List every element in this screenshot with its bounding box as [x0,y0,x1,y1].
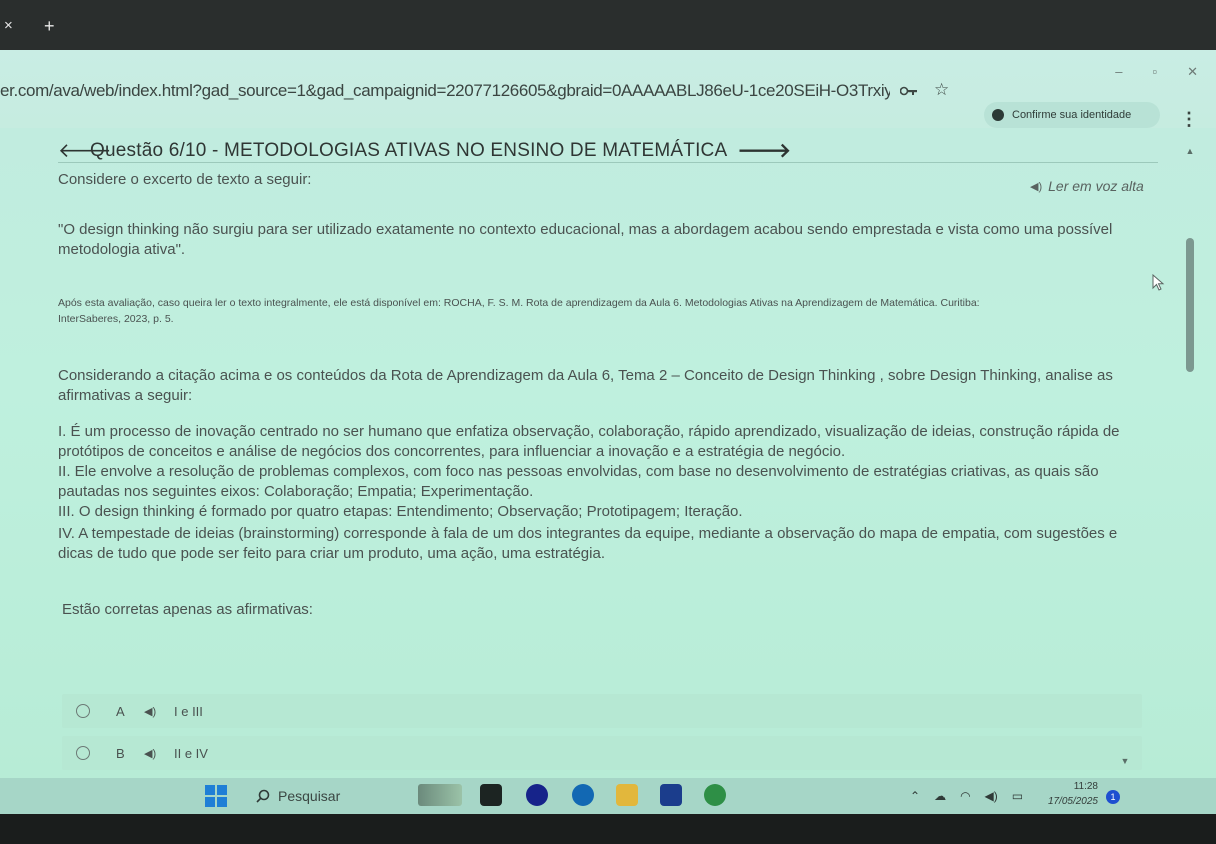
file-explorer-icon[interactable] [616,784,638,806]
statement-1-line-2: protótipos de conceitos e análise de neg… [58,443,846,460]
statement-4-line-2: dicas de tudo que pode ser feito para cr… [58,545,605,562]
screen-bezel [0,814,1216,844]
statement-1-line-1: I. É um processo de inovação centrado no… [58,423,1120,440]
taskbar: Pesquisar ⌃ ☁ ◠ ◀) ▭ 11:28 17/05/2025 1 [0,778,1216,814]
context-line-2: afirmativas a seguir: [58,387,193,404]
onedrive-icon[interactable]: ☁ [934,789,946,803]
source-line-1: Após esta avaliação, caso queira ler o t… [58,297,980,309]
identity-button[interactable]: Confirme sua identidade [984,102,1160,128]
edge-browser-icon[interactable] [572,784,594,806]
widgets-icon[interactable] [418,784,462,806]
answer-option-b[interactable]: B ◀) II e IV [62,736,1142,770]
back-arrow-icon[interactable]: 🡐 [58,140,112,162]
context-line-1: Considerando a citação acima e os conteú… [58,367,1113,384]
minimize-icon[interactable]: – [1115,62,1122,82]
option-text: II e IV [174,745,208,761]
quote-line-2: metodologia ativa". [58,241,186,258]
windows-start-icon[interactable] [204,784,228,808]
forward-arrow-icon[interactable]: 🡒 [737,140,791,162]
chrome-browser-icon[interactable] [704,784,726,806]
quote-line-1: "O design thinking não surgiu para ser u… [58,221,1113,238]
speaker-icon: ◀) [1030,180,1043,193]
statement-4-line-1: IV. A tempestade de ideias (brainstormin… [58,525,1118,542]
battery-icon[interactable]: ▭ [1012,789,1023,803]
bookmark-star-icon[interactable]: ☆ [934,81,952,99]
question-page: 🡐 Questão 6/10 - METODOLOGIAS ATIVAS NO … [0,128,1216,778]
window-close-icon[interactable]: ✕ [1187,62,1198,82]
new-tab-icon[interactable]: + [44,17,60,35]
notification-badge[interactable]: 1 [1106,790,1120,804]
restore-icon[interactable]: ▫ [1152,62,1157,82]
option-letter: B [116,745,125,761]
radio-button[interactable] [76,746,90,760]
task-view-icon[interactable] [480,784,502,806]
browser-toolbar: er.com/ava/web/index.html?gad_source=1&g… [0,50,1216,128]
chat-app-icon[interactable] [526,784,548,806]
store-app-icon[interactable] [660,784,682,806]
scroll-down-icon[interactable]: ▼ [1118,756,1132,766]
statement-3: III. O design thinking é formado por qua… [58,503,743,520]
speaker-icon[interactable]: ◀) [144,747,174,760]
speaker-icon[interactable]: ◀) [144,705,174,718]
radio-button[interactable] [76,704,90,718]
address-bar[interactable]: er.com/ava/web/index.html?gad_source=1&g… [0,80,890,102]
read-aloud-label: Ler em voz alta [1048,178,1144,194]
clock[interactable]: 11:28 17/05/2025 [1036,780,1098,814]
statement-2-line-1: II. Ele envolve a resolução de problemas… [58,463,1099,480]
clock-date: 17/05/2025 [1047,796,1098,807]
identity-label: Confirme sua identidade [1012,109,1132,121]
search-placeholder: Pesquisar [278,788,341,804]
search-icon [256,789,270,803]
source-line-2: InterSaberes, 2023, p. 5. [58,313,174,325]
question-title: Questão 6/10 - METODOLOGIAS ATIVAS NO EN… [90,140,728,161]
clock-time: 11:28 [1073,781,1098,792]
chevron-up-icon[interactable]: ⌃ [910,789,920,803]
answer-option-a[interactable]: A ◀) I e III [62,694,1142,728]
key-icon[interactable] [900,84,918,98]
option-text: I e III [174,703,203,719]
option-letter: A [116,703,125,719]
wifi-icon[interactable]: ◠ [960,789,970,803]
close-tab-icon[interactable]: × [4,18,18,34]
question-ask: Estão corretas apenas as afirmativas: [62,601,313,618]
scrollbar-thumb[interactable] [1186,238,1194,372]
divider [58,162,1158,163]
question-prompt: Considere o excerto de texto a seguir: [58,171,312,188]
tab-strip: × + [0,0,1216,50]
scroll-up-icon[interactable]: ▲ [1183,146,1197,156]
mouse-cursor-icon [1152,274,1165,291]
read-aloud-button[interactable]: ◀) Ler em voz alta [1030,176,1144,196]
window-controls: – ▫ ✕ [1115,62,1198,82]
system-tray: ⌃ ☁ ◠ ◀) ▭ [910,784,1023,808]
volume-icon[interactable]: ◀) [985,789,998,803]
browser-menu-icon[interactable]: ⋮ [1180,110,1198,128]
profile-icon [992,109,1004,121]
statement-2-line-2: pautadas nos seguintes eixos: Colaboraçã… [58,483,534,500]
